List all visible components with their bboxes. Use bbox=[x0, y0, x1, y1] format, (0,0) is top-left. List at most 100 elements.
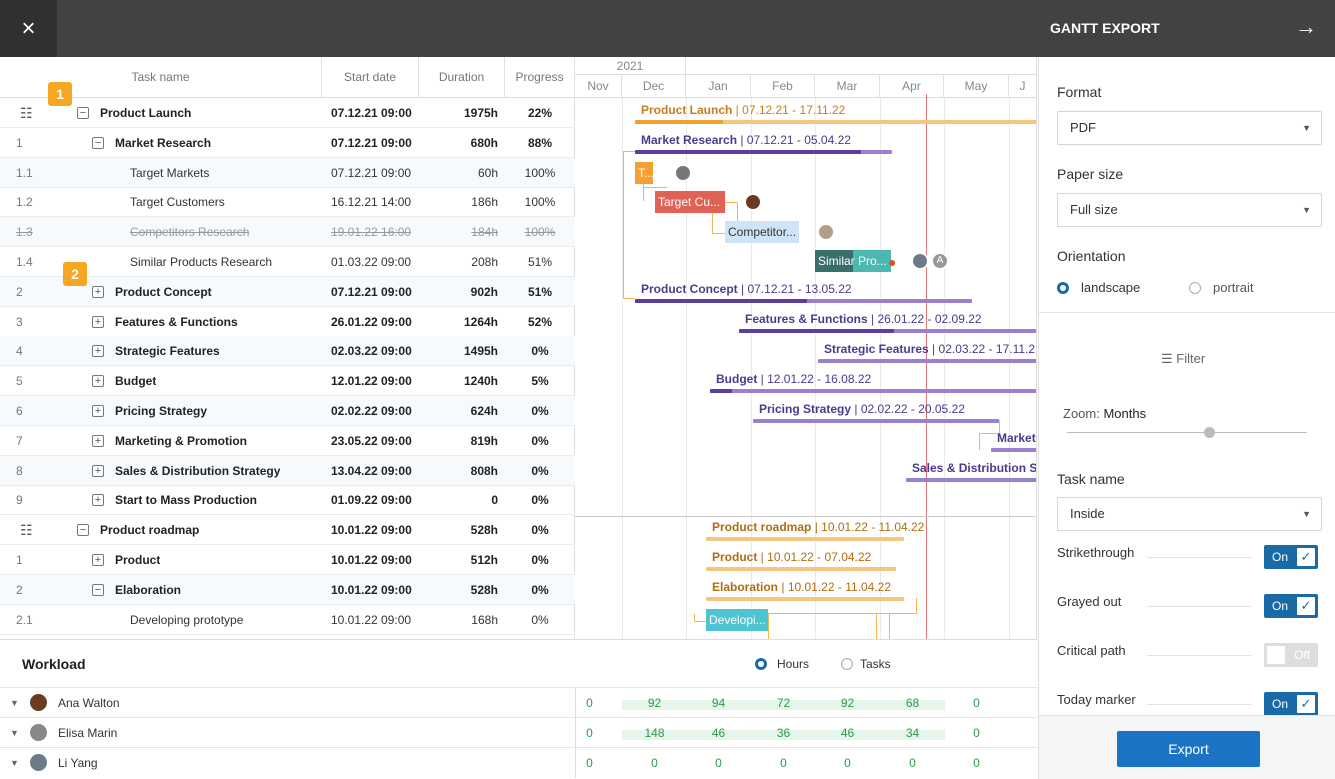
avatar bbox=[674, 164, 692, 182]
zoom-slider-track[interactable] bbox=[1067, 432, 1307, 433]
portrait-radio[interactable] bbox=[1189, 282, 1201, 294]
critical-path-row: Critical path Off bbox=[1057, 643, 1322, 667]
expand-icon[interactable]: + bbox=[92, 494, 104, 507]
bar-target-customers[interactable]: Target Cu... bbox=[655, 191, 725, 213]
format-label: Format bbox=[1057, 84, 1102, 100]
landscape-radio[interactable] bbox=[1057, 282, 1069, 294]
progress: 100% bbox=[524, 195, 556, 210]
duration: 1264h bbox=[463, 314, 498, 329]
collapse-icon[interactable]: − bbox=[77, 524, 89, 537]
expand-icon[interactable]: + bbox=[92, 375, 104, 388]
table-row[interactable]: 1 − Market Research 07.12.21 09:00 680h 88% bbox=[0, 128, 575, 158]
row-number: 2 bbox=[16, 582, 23, 597]
progress: 0% bbox=[531, 493, 549, 508]
zoom-slider-thumb[interactable] bbox=[1204, 427, 1215, 438]
critical-path-toggle[interactable]: Off bbox=[1264, 643, 1318, 667]
table-row[interactable]: 3 + Features & Functions 26.01.22 09:00 1264… bbox=[0, 307, 575, 337]
workload-cell: 0 bbox=[780, 756, 787, 770]
bar-competitors-research[interactable]: Competitor... bbox=[725, 221, 799, 243]
today-marker-toggle[interactable]: On ✓ bbox=[1264, 692, 1318, 716]
row-number: 1.2 bbox=[16, 195, 33, 210]
caret-down-icon[interactable]: ▼ bbox=[10, 688, 19, 718]
task-name-select[interactable]: Inside ▼ bbox=[1057, 497, 1322, 531]
table-row[interactable]: ☷ − Product roadmap 10.01.22 09:00 528h 0% bbox=[0, 515, 575, 546]
start-date: 01.09.22 09:00 bbox=[331, 493, 412, 508]
bar-product[interactable] bbox=[706, 567, 896, 571]
table-row[interactable]: 4 + Strategic Features 02.03.22 09:00 1495h 0… bbox=[0, 336, 575, 367]
bar-budget[interactable] bbox=[710, 389, 1036, 393]
month-header: Feb bbox=[751, 75, 815, 98]
strikethrough-toggle[interactable]: On ✓ bbox=[1264, 545, 1318, 569]
start-date: 16.12.21 14:00 bbox=[331, 195, 412, 210]
expand-icon[interactable]: + bbox=[92, 285, 104, 298]
hours-radio[interactable] bbox=[755, 658, 767, 670]
task-name: Similar Products Research bbox=[130, 255, 273, 269]
bar-strategic[interactable] bbox=[818, 359, 1036, 363]
collapse-icon[interactable]: − bbox=[92, 136, 104, 149]
expand-icon[interactable]: + bbox=[92, 554, 104, 566]
bar-pricing[interactable] bbox=[753, 419, 999, 423]
table-row[interactable]: 6 + Pricing Strategy 02.02.22 09:00 624h 0% bbox=[0, 396, 575, 426]
table-row[interactable]: 2.1 Developing prototype 10.01.22 09:00 168… bbox=[0, 605, 575, 635]
tasks-radio[interactable] bbox=[841, 658, 853, 670]
expand-icon[interactable]: + bbox=[92, 464, 104, 477]
bar-elaboration[interactable] bbox=[706, 597, 904, 601]
start-date: 07.12.21 09:00 bbox=[331, 135, 412, 150]
export-button[interactable]: Export bbox=[1117, 731, 1260, 767]
task-name-label: Task name bbox=[1057, 471, 1125, 487]
export-panel: Format PDF ▼ Paper size Full size ▼ Orient… bbox=[1038, 57, 1335, 779]
bar-developing-prototype[interactable]: Developi... bbox=[706, 609, 768, 631]
callout-badge-1: 1 bbox=[48, 82, 72, 106]
expand-icon[interactable]: + bbox=[92, 345, 104, 358]
table-row[interactable]: 8 + Sales & Distribution Strategy 13.04.22 … bbox=[0, 455, 575, 486]
workload-row[interactable]: ▼ Elisa Marin 0 148 46 36 46 34 0 bbox=[0, 717, 1037, 748]
table-row[interactable]: 1.2 Target Customers 16.12.21 14:00 186h 100… bbox=[0, 187, 575, 218]
header-duration[interactable]: Duration bbox=[419, 57, 505, 98]
expand-icon[interactable]: + bbox=[92, 405, 104, 417]
task-name: Target Markets bbox=[130, 165, 210, 180]
workload-cell: 0 bbox=[651, 756, 658, 770]
duration: 1495h bbox=[463, 344, 498, 359]
caret-down-icon[interactable]: ▼ bbox=[10, 748, 19, 778]
workload-cell: 0 bbox=[973, 696, 980, 710]
table-row[interactable]: 2 − Elaboration 10.01.22 09:00 528h 0% bbox=[0, 574, 575, 605]
table-row[interactable]: 7 + Marketing & Promotion 23.05.22 09:00 819… bbox=[0, 426, 575, 456]
table-row[interactable]: 1.1 Target Markets 07.12.21 09:00 60h 100% bbox=[0, 157, 575, 188]
table-row[interactable]: 1 + Product 10.01.22 09:00 512h 0% bbox=[0, 545, 575, 575]
table-row[interactable]: 9 + Start to Mass Production 01.09.22 09:00… bbox=[0, 485, 575, 516]
task-name: Features & Functions bbox=[115, 314, 238, 329]
workload-cell: 46 bbox=[815, 718, 880, 748]
task-name: Product Concept bbox=[115, 284, 212, 299]
caret-down-icon[interactable]: ▼ bbox=[10, 718, 19, 748]
bar-sales[interactable] bbox=[906, 478, 1036, 482]
format-select[interactable]: PDF ▼ bbox=[1057, 111, 1322, 145]
workload-row[interactable]: ▼ Ana Walton 0 92 94 72 92 68 0 bbox=[0, 687, 1037, 718]
grayed-out-toggle[interactable]: On ✓ bbox=[1264, 594, 1318, 618]
workload-cell: 0 bbox=[586, 726, 593, 740]
workload-row[interactable]: ▼ Li Yang 0 0 0 0 0 0 0 bbox=[0, 747, 1037, 778]
close-icon[interactable]: × bbox=[0, 0, 57, 57]
arrow-right-icon[interactable]: → bbox=[1295, 14, 1317, 40]
paper-size-select[interactable]: Full size ▼ bbox=[1057, 193, 1322, 227]
start-date: 07.12.21 09:00 bbox=[331, 165, 412, 180]
table-row[interactable]: 5 + Budget 12.01.22 09:00 1240h 5% bbox=[0, 366, 575, 397]
table-row[interactable]: 1.3 Competitors Research 19.01.22 16:00 184… bbox=[0, 217, 575, 248]
workload-cell: 92 bbox=[815, 688, 880, 718]
connector-line bbox=[768, 613, 917, 614]
header-start-date[interactable]: Start date bbox=[322, 57, 419, 98]
bar-similar-products[interactable]: Similar Pro... bbox=[815, 250, 891, 272]
task-name: Product roadmap bbox=[100, 523, 200, 538]
header-progress[interactable]: Progress bbox=[505, 57, 575, 98]
duration: 60h bbox=[477, 165, 498, 180]
bar-marketing[interactable] bbox=[991, 448, 1036, 452]
bar-product-roadmap[interactable] bbox=[706, 537, 904, 541]
filter-icon: ☰ bbox=[1161, 351, 1173, 366]
bar-target-markets[interactable]: T... bbox=[635, 162, 653, 184]
collapse-icon[interactable]: − bbox=[77, 107, 89, 119]
task-name: Start to Mass Production bbox=[115, 493, 258, 508]
expand-icon[interactable]: + bbox=[92, 315, 104, 328]
filter-button[interactable]: ☰ Filter bbox=[1161, 351, 1205, 367]
expand-icon[interactable]: + bbox=[92, 434, 104, 447]
table-row[interactable]: ☷ − Product Launch 07.12.21 09:00 1975h 22% bbox=[0, 98, 575, 128]
collapse-icon[interactable]: − bbox=[92, 583, 104, 596]
